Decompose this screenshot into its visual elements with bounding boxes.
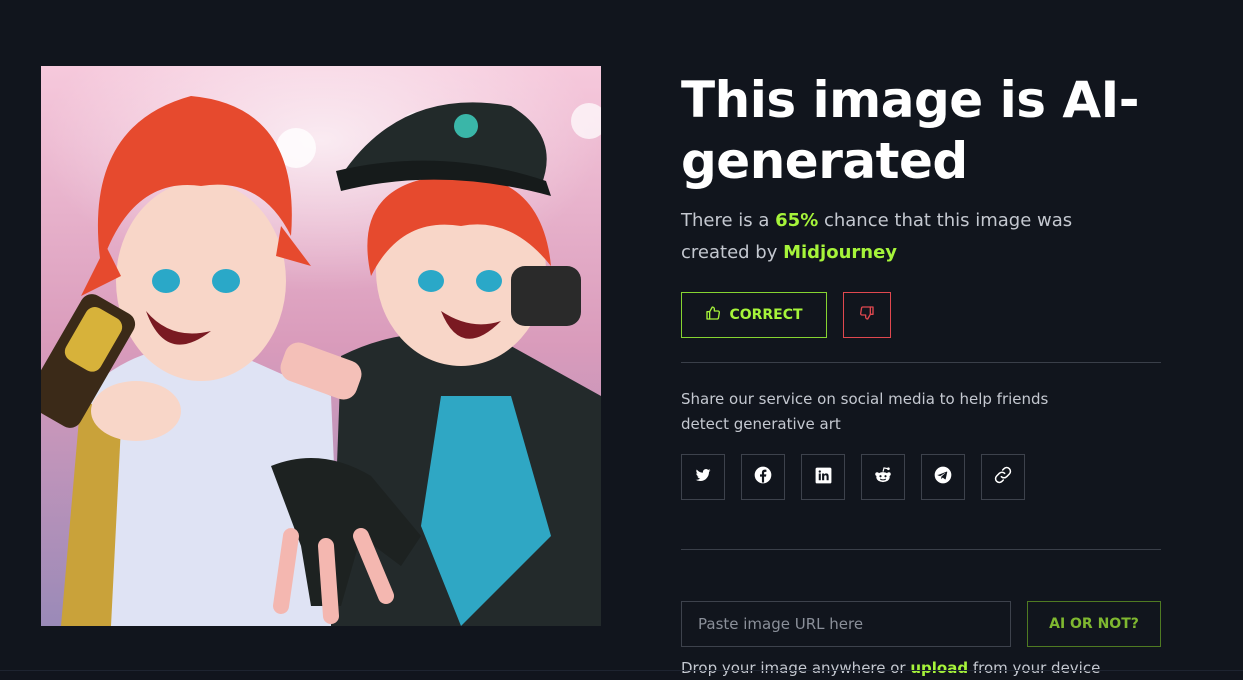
drop-prefix: Drop your image anywhere or [681, 659, 911, 677]
correct-button[interactable]: CORRECT [681, 292, 827, 338]
share-reddit-button[interactable] [861, 454, 905, 500]
copy-link-button[interactable] [981, 454, 1025, 500]
upload-link[interactable]: upload [910, 659, 968, 677]
result-summary: There is a 65% chance that this image wa… [681, 205, 1101, 269]
thumbs-up-icon [705, 305, 721, 325]
link-icon [993, 465, 1013, 489]
incorrect-button[interactable] [843, 292, 891, 338]
drop-hint: Drop your image anywhere or upload from … [681, 656, 1161, 680]
summary-prefix: There is a [681, 210, 776, 231]
image-url-input[interactable] [681, 601, 1011, 647]
reddit-icon [873, 465, 893, 489]
share-twitter-button[interactable] [681, 454, 725, 500]
generator-name: Midjourney [783, 242, 898, 263]
share-telegram-button[interactable] [921, 454, 965, 500]
analyzed-image [41, 66, 601, 626]
correct-label: CORRECT [729, 307, 803, 323]
ai-or-not-button[interactable]: AI OR NOT? [1027, 601, 1161, 647]
telegram-icon [933, 465, 953, 489]
share-linkedin-button[interactable] [801, 454, 845, 500]
probability-value: 65% [775, 210, 819, 231]
linkedin-icon [814, 466, 833, 489]
share-facebook-button[interactable] [741, 454, 785, 500]
divider [681, 362, 1161, 363]
twitter-icon [694, 466, 712, 488]
facebook-icon [753, 465, 773, 489]
drop-suffix: from your device [968, 659, 1101, 677]
thumbs-down-icon [859, 305, 875, 325]
divider [681, 549, 1161, 550]
share-description: Share our service on social media to hel… [681, 390, 1049, 433]
page-bottom-divider [0, 670, 1243, 671]
page-title: This image is AI-generated [681, 71, 1139, 190]
